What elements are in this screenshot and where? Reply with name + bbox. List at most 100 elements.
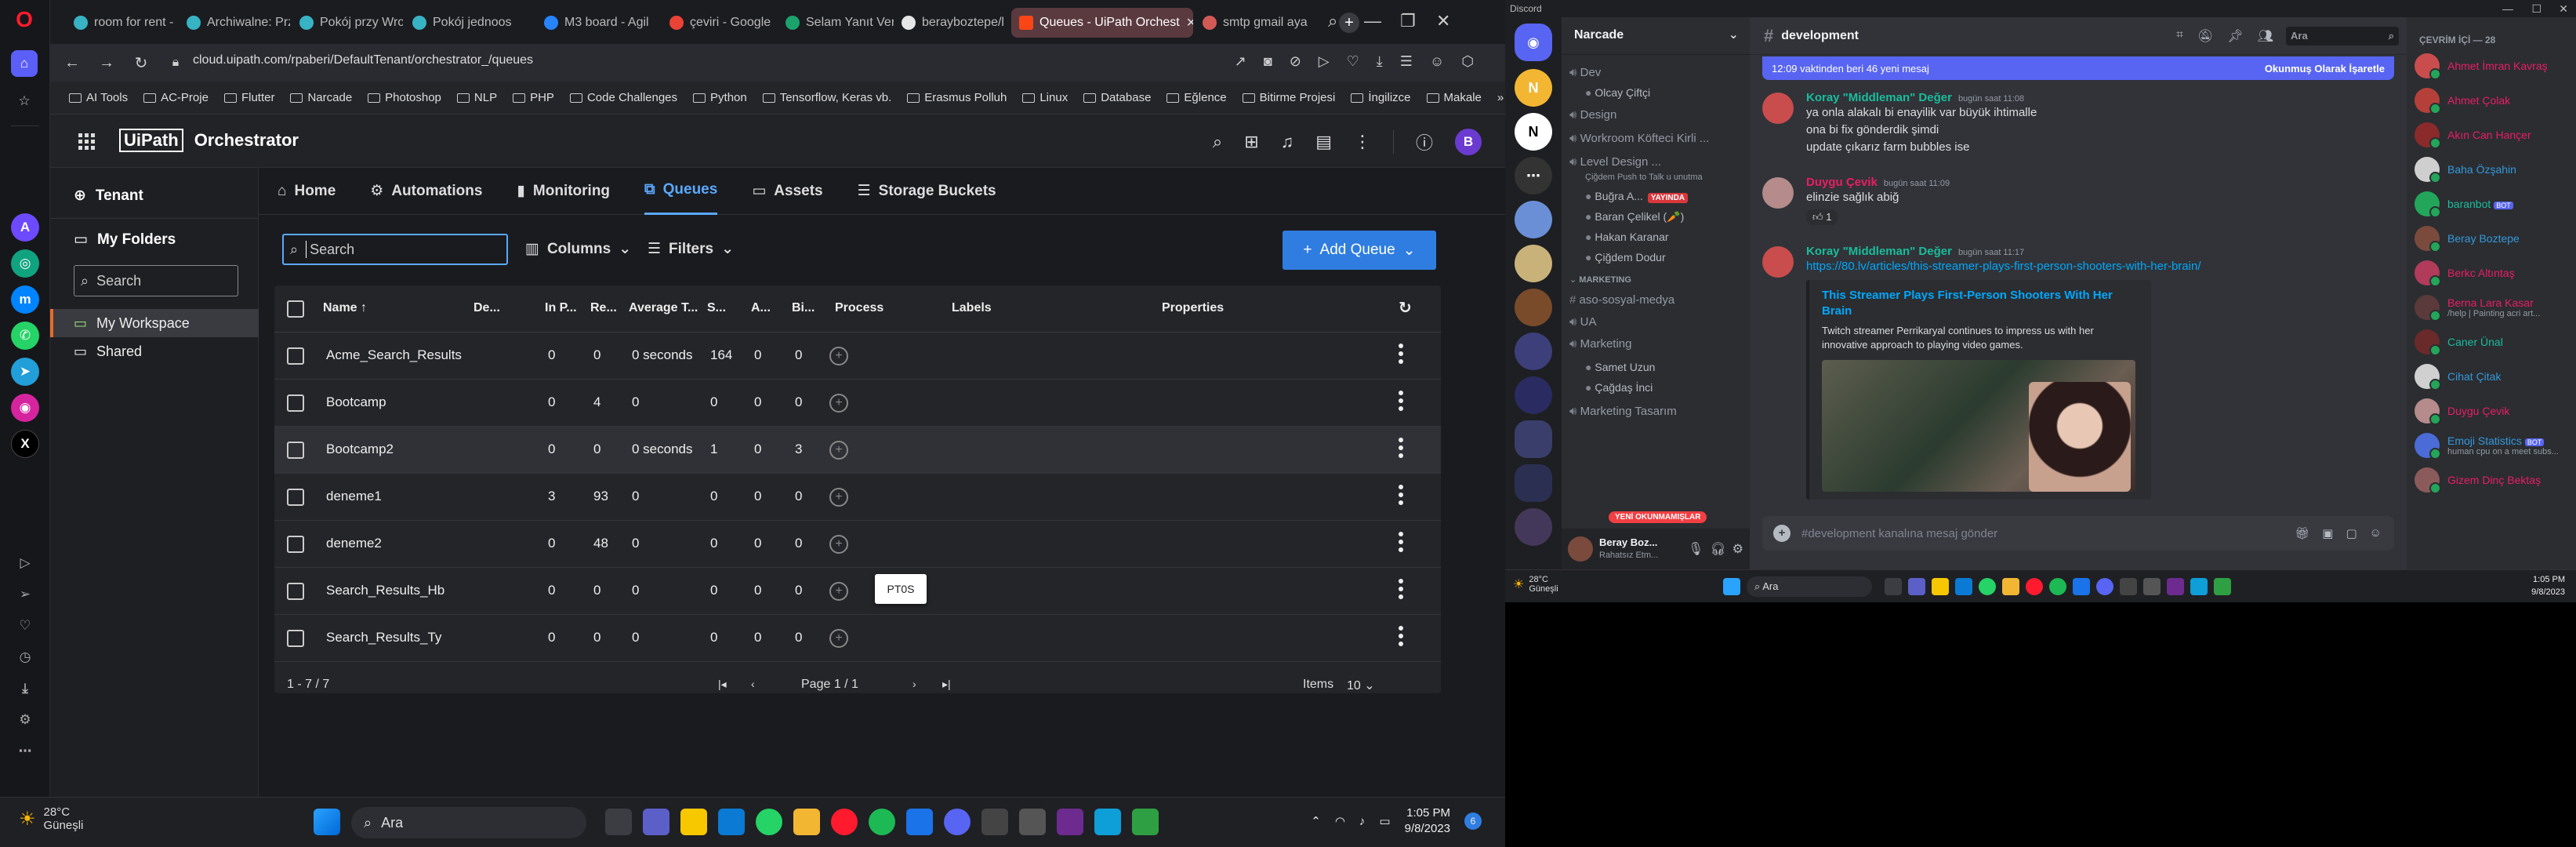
folder-my-workspace[interactable]: ▭ My Workspace xyxy=(50,309,259,337)
add-process-icon[interactable]: + xyxy=(829,394,848,413)
app-icon[interactable] xyxy=(1885,578,1902,595)
col-successful[interactable]: S... xyxy=(707,301,726,315)
message-author[interactable]: Duygu Çevik bugün saat 11:09 xyxy=(1806,176,2389,189)
more-vertical-icon[interactable]: ⋮ xyxy=(1354,132,1371,152)
channel-item[interactable]: # aso-sosyal-medya xyxy=(1569,293,1674,307)
server-icon[interactable] xyxy=(1515,289,1552,326)
message-input[interactable]: + #development kanalına mesaj gönder 🎁︎ … xyxy=(1762,516,2394,551)
bookmark-folder[interactable]: İngilizce xyxy=(1351,91,1411,104)
channel-item[interactable]: 🔊︎ Marketing Tasarım xyxy=(1569,405,1677,418)
adblock-icon[interactable]: ⊘ xyxy=(1290,53,1301,70)
clock[interactable]: 1:05 PM 9/8/2023 xyxy=(1405,805,1450,837)
col-business-exceptions[interactable]: Bi... xyxy=(792,301,815,315)
close-tab-icon[interactable]: ✕ xyxy=(1186,15,1193,31)
heart-icon[interactable]: ♡ xyxy=(1347,53,1359,70)
nav-monitoring[interactable]: ▮ Monitoring xyxy=(517,168,610,215)
minimize-icon[interactable]: — xyxy=(1364,11,1381,31)
pin-icon[interactable]: 📌︎ xyxy=(2227,28,2243,44)
member-item[interactable]: baranbot BOT xyxy=(2415,191,2513,218)
tab[interactable]: berayboztepe/l xyxy=(894,8,1010,38)
add-process-icon[interactable]: + xyxy=(829,441,848,460)
mail-icon[interactable] xyxy=(718,809,745,835)
col-in-progress[interactable]: In P... xyxy=(545,301,577,315)
app-icon[interactable] xyxy=(2143,578,2161,595)
row-checkbox[interactable] xyxy=(287,489,304,506)
filters-button[interactable]: ☰ Filters ⌄ xyxy=(648,240,734,258)
bookmark-folder[interactable]: Database xyxy=(1083,91,1151,104)
channel-item[interactable]: 🔊︎ Marketing xyxy=(1569,337,1631,351)
col-remaining[interactable]: Re... xyxy=(590,301,617,315)
row-actions-icon[interactable] xyxy=(1399,579,1405,602)
queue-name[interactable]: Bootcamp xyxy=(326,394,386,410)
play-icon[interactable]: ▷ xyxy=(1319,53,1330,70)
threads-icon[interactable]: ⌗ xyxy=(2176,28,2183,44)
plus-icon[interactable]: + xyxy=(1773,525,1791,542)
app-icon[interactable] xyxy=(1094,809,1121,835)
app-icon[interactable] xyxy=(2026,578,2043,595)
profile-icon[interactable]: ☺ xyxy=(1430,53,1444,70)
settings-icon[interactable]: ⚙ xyxy=(11,706,39,734)
server-icon[interactable] xyxy=(1515,508,1552,546)
download-icon[interactable]: ⤓ xyxy=(11,674,39,703)
forward-icon[interactable]: → xyxy=(89,54,124,72)
bookmark-folder[interactable]: AI Tools xyxy=(69,91,128,104)
app-icon[interactable] xyxy=(2002,578,2019,595)
new-tab-button[interactable]: + xyxy=(1339,13,1359,33)
channel-item[interactable]: 🔊︎ Design xyxy=(1569,108,1616,122)
telegram-icon[interactable]: ➤ xyxy=(11,358,39,386)
server-icon[interactable] xyxy=(1515,245,1552,282)
col-description[interactable]: De... xyxy=(473,301,500,315)
tab-active[interactable]: Queues - UiPath Orchest ✕ xyxy=(1011,8,1193,38)
app-icon[interactable] xyxy=(2190,578,2208,595)
share-icon[interactable]: ↗ xyxy=(1235,53,1246,70)
emoji-icon[interactable]: ☺ xyxy=(2370,526,2382,540)
tab[interactable]: Archiwalne: Prz xyxy=(179,8,290,38)
app-icon[interactable] xyxy=(1019,809,1046,835)
bookmark-folder[interactable]: Code Challenges xyxy=(569,91,677,104)
add-process-icon[interactable]: + xyxy=(829,582,848,601)
unity-icon[interactable] xyxy=(981,809,1008,835)
microphone-icon[interactable]: 🎙︎ xyxy=(1688,541,1703,557)
discord-search-input[interactable]: Ara ⌕ xyxy=(2286,27,2399,45)
member-item[interactable]: Berkc Altıntaş xyxy=(2415,260,2515,287)
wifi-icon[interactable]: ◠ xyxy=(1335,814,1345,828)
queue-search-input[interactable]: ⌕ Search xyxy=(282,234,508,265)
row-checkbox[interactable] xyxy=(287,394,304,412)
start-icon[interactable] xyxy=(314,809,340,835)
instagram-icon[interactable]: ◉ xyxy=(11,394,39,422)
search-tabs-icon[interactable]: ⌕ xyxy=(1328,11,1337,31)
bookmark-folder[interactable]: AC-Proje xyxy=(143,91,209,104)
add-process-icon[interactable]: + xyxy=(829,488,848,507)
col-average-time[interactable]: Average T... xyxy=(629,301,698,315)
members-icon[interactable]: 👥︎ xyxy=(2258,28,2273,44)
unread-pill[interactable]: YENİ OKUNMAMIŞLAR xyxy=(1609,511,1707,523)
dm-home-icon[interactable]: ◉ xyxy=(1515,24,1552,61)
file-explorer-icon[interactable] xyxy=(793,809,820,835)
tab[interactable]: Pokój przy Wro xyxy=(292,8,403,38)
next-page-icon[interactable]: › xyxy=(912,678,916,690)
app-icon[interactable] xyxy=(1979,578,1996,595)
workspace-home-icon[interactable]: ⌂ xyxy=(11,50,38,77)
search-icon[interactable]: ⌕ xyxy=(1213,132,1222,152)
col-labels[interactable]: Labels xyxy=(952,301,992,315)
queue-name[interactable]: Acme_Search_Results xyxy=(326,347,462,363)
heart-icon[interactable]: ♡ xyxy=(11,612,39,640)
server-folder-icon[interactable]: ⋯ xyxy=(1515,157,1552,194)
app-icon[interactable] xyxy=(1908,578,1925,595)
reload-icon[interactable]: ↻ xyxy=(124,53,158,73)
row-checkbox[interactable] xyxy=(287,442,304,459)
server-icon[interactable] xyxy=(1515,201,1552,238)
channel-item[interactable]: ● Olcay Çiftçi xyxy=(1585,86,1650,99)
opera-icon[interactable] xyxy=(831,809,858,835)
send-icon[interactable]: ➢ xyxy=(11,580,39,609)
table-row[interactable]: Bootcamp2 0 0 0 seconds 1 0 3 + xyxy=(274,427,1441,474)
col-name[interactable]: Name ↑ xyxy=(323,301,367,315)
avatar[interactable]: B xyxy=(1455,129,1482,155)
close-window-icon[interactable]: ✕ xyxy=(1436,11,1450,31)
taskbar-search[interactable]: ⌕ Ara xyxy=(351,807,586,838)
start-icon[interactable] xyxy=(1723,578,1740,595)
refresh-icon[interactable]: ↻ xyxy=(1399,298,1412,318)
member-item[interactable]: Baha Özşahin xyxy=(2415,157,2516,184)
bookmark-folder[interactable]: Photoshop xyxy=(368,91,441,104)
nav-storage-buckets[interactable]: ☰ Storage Buckets xyxy=(858,168,996,215)
